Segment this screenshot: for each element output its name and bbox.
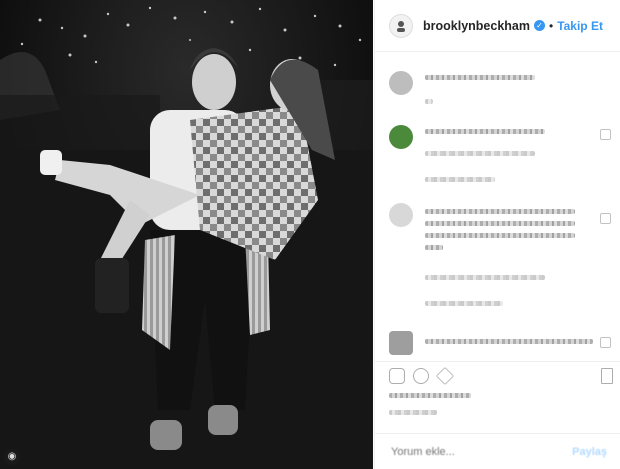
blurred-post-date xyxy=(389,410,437,415)
blurred-comment-text xyxy=(425,245,443,250)
blurred-comment-text xyxy=(425,221,575,226)
blurred-comment-text xyxy=(425,75,535,80)
post-header: brooklynbeckham ✓ • Takip Et xyxy=(375,0,620,52)
blurred-comment-text xyxy=(425,233,575,238)
post-actions xyxy=(375,361,620,422)
commenter-avatar[interactable] xyxy=(389,203,413,227)
avatar-icon[interactable] xyxy=(389,13,413,38)
add-comment-bar: Paylaş xyxy=(375,433,620,469)
comment-item xyxy=(389,125,611,195)
blurred-comment-text xyxy=(425,129,545,134)
comment-icon[interactable] xyxy=(413,368,429,384)
blurred-replies-link[interactable] xyxy=(425,177,495,182)
comment-item xyxy=(389,203,611,313)
blurred-comment-meta xyxy=(425,151,535,156)
comment-heart-icon[interactable] xyxy=(600,337,611,348)
verified-badge-icon: ✓ xyxy=(533,20,545,31)
comment-heart-icon[interactable] xyxy=(600,129,611,140)
bookmark-icon[interactable] xyxy=(601,368,613,384)
heart-icon[interactable] xyxy=(389,368,405,384)
comment-heart-icon[interactable] xyxy=(600,213,611,224)
blurred-comment-meta xyxy=(425,99,433,104)
username-link[interactable]: brooklynbeckham xyxy=(423,19,530,33)
commenter-avatar[interactable] xyxy=(389,331,413,355)
comment-input[interactable] xyxy=(389,444,573,459)
share-icon[interactable] xyxy=(435,366,455,386)
separator-dot: • xyxy=(548,18,554,33)
comment-item xyxy=(389,331,611,357)
commenter-avatar[interactable] xyxy=(389,125,413,149)
blurred-comment-text xyxy=(425,209,575,214)
commenter-avatar[interactable] xyxy=(389,71,413,95)
post-comment-button[interactable]: Paylaş xyxy=(572,446,607,458)
camera-icon: ◉ xyxy=(4,449,20,465)
follow-button[interactable]: Takip Et xyxy=(557,19,603,33)
blurred-comment-meta xyxy=(425,275,545,280)
comments-list[interactable] xyxy=(375,53,620,361)
blurred-comment-text xyxy=(425,339,593,344)
photo-image xyxy=(0,0,373,469)
blurred-likes-count[interactable] xyxy=(389,393,471,398)
blurred-replies-link[interactable] xyxy=(425,301,503,306)
post-photo[interactable]: ◉ xyxy=(0,0,373,469)
comment-item xyxy=(389,71,611,111)
post-side-panel: brooklynbeckham ✓ • Takip Et Yorum ekle.… xyxy=(374,0,620,469)
